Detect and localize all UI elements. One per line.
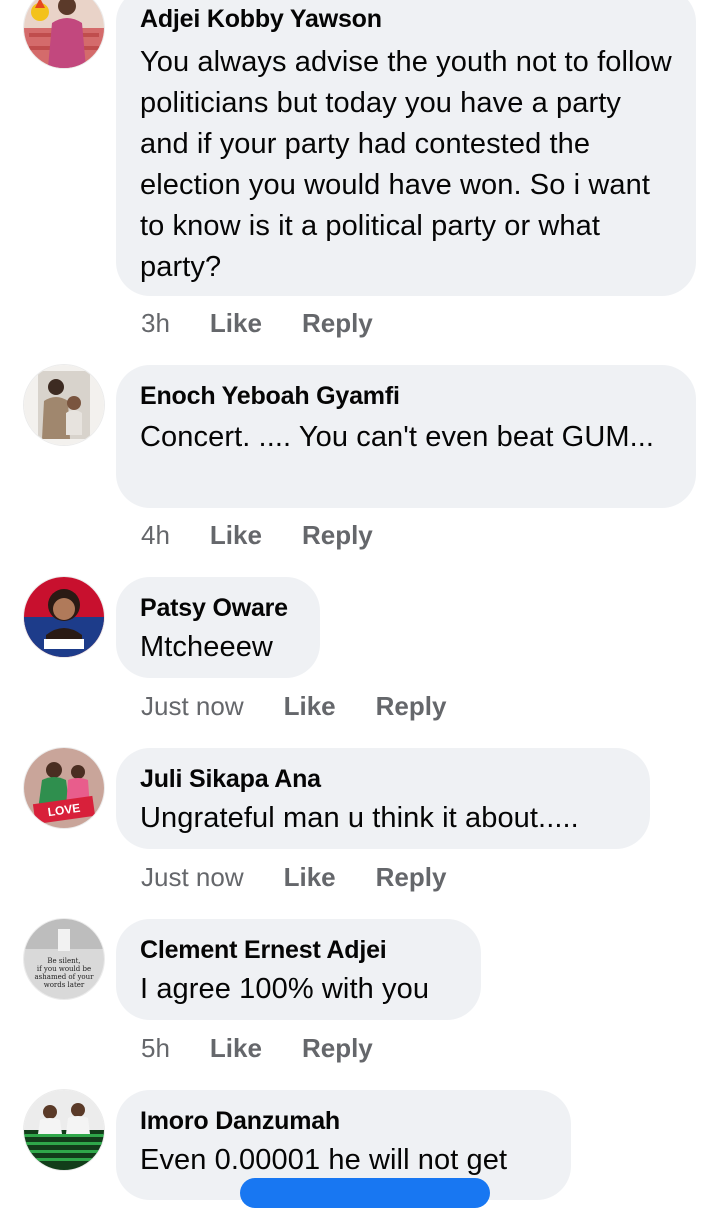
comment-actions: 3h Like Reply	[141, 306, 373, 340]
comment-author[interactable]: Clement Ernest Adjei	[140, 935, 457, 965]
comment-author[interactable]: Enoch Yeboah Gyamfi	[140, 381, 672, 411]
comment-timestamp[interactable]: Just now	[141, 862, 244, 893]
like-button[interactable]: Like	[210, 1033, 262, 1064]
avatar[interactable]	[24, 1090, 104, 1170]
quote-line-3: ashamed of your	[35, 973, 95, 981]
like-button[interactable]: Like	[284, 691, 336, 722]
comment-author[interactable]: Patsy Oware	[140, 593, 296, 623]
reply-button[interactable]: Reply	[376, 691, 447, 722]
avatar[interactable]: Be silent, if you would be ashamed of yo…	[24, 919, 104, 999]
comment-text: I agree 100% with you	[140, 973, 430, 1005]
avatar[interactable]	[24, 577, 104, 657]
reply-button[interactable]: Reply	[302, 308, 373, 339]
comment-text: Concert. .... You can't even beat GUM...	[140, 421, 655, 453]
comment-actions: 4h Like Reply	[141, 518, 373, 552]
comment-actions: Just now Like Reply	[141, 689, 446, 723]
like-button[interactable]: Like	[210, 308, 262, 339]
avatar[interactable]	[24, 365, 104, 445]
quote-line-1: Be silent,	[47, 957, 80, 965]
comment-timestamp[interactable]: 5h	[141, 1033, 170, 1064]
comment-text: Ungrateful man u think it about.....	[140, 802, 579, 834]
comment-text: You always advise the youth not to follo…	[140, 46, 672, 283]
comment-author[interactable]: Adjei Kobby Yawson	[140, 4, 672, 34]
avatar[interactable]	[24, 0, 104, 68]
quote-line-4: words later	[44, 981, 85, 989]
comment-actions: 5h Like Reply	[141, 1031, 373, 1065]
comment-author[interactable]: Imoro Danzumah	[140, 1106, 547, 1136]
comment-author[interactable]: Juli Sikapa Ana	[140, 764, 626, 794]
like-button[interactable]: Like	[210, 520, 262, 551]
comment-timestamp[interactable]: 4h	[141, 520, 170, 551]
comment-bubble: Adjei Kobby Yawson You always advise the…	[116, 0, 696, 296]
comment-bubble: Patsy Oware Mtcheeew	[116, 577, 320, 678]
like-button[interactable]: Like	[284, 862, 336, 893]
reply-button[interactable]: Reply	[376, 862, 447, 893]
comment-text: Even 0.00001 he will not get	[140, 1144, 508, 1176]
reply-button[interactable]: Reply	[302, 520, 373, 551]
avatar[interactable]: LOVE	[24, 748, 104, 828]
comment-text: Mtcheeew	[140, 631, 273, 663]
reply-button[interactable]: Reply	[302, 1033, 373, 1064]
comment-bubble: Juli Sikapa Ana Ungrateful man u think i…	[116, 748, 650, 849]
quote-line-2: if you would be	[37, 965, 91, 973]
comment-bubble: Enoch Yeboah Gyamfi Concert. .... You ca…	[116, 365, 696, 508]
comment-timestamp[interactable]: Just now	[141, 691, 244, 722]
comment-bubble: Clement Ernest Adjei I agree 100% with y…	[116, 919, 481, 1020]
comment-timestamp[interactable]: 3h	[141, 308, 170, 339]
comment-actions: Just now Like Reply	[141, 860, 446, 894]
